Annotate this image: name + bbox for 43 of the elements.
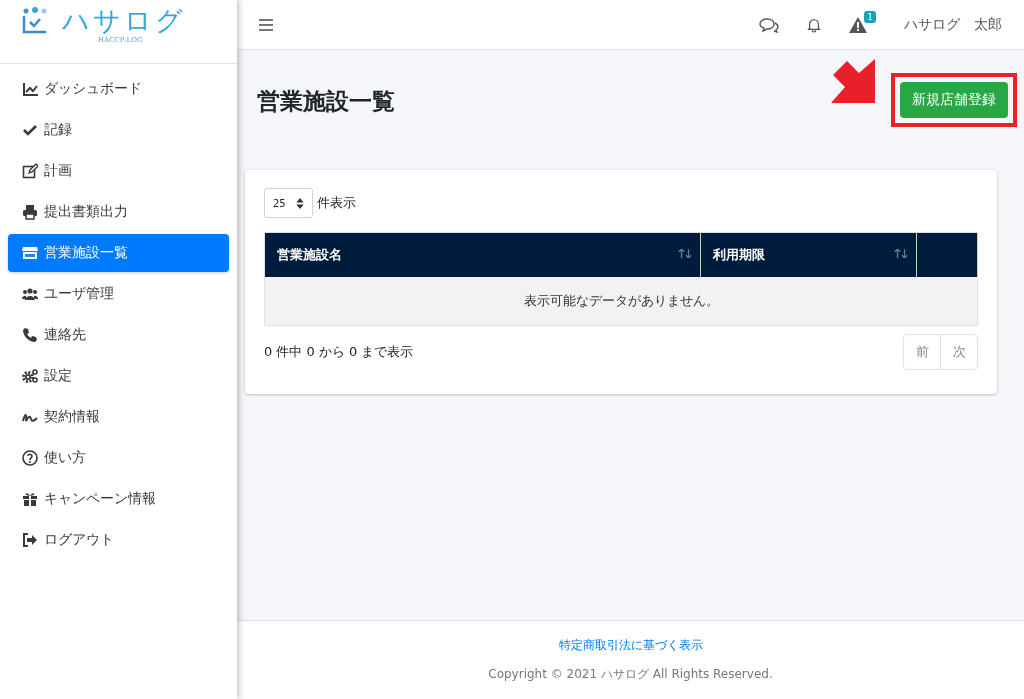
question-circle-icon (22, 450, 38, 466)
gears-icon (22, 368, 38, 384)
sort-caret-icon (295, 197, 304, 209)
column-header[interactable]: 営業施設名 (264, 232, 701, 277)
sidebar-item[interactable]: 計画 (8, 152, 229, 190)
store-icon (22, 245, 38, 261)
notification-badge: 1 (864, 10, 876, 23)
sidebar-item[interactable]: 連絡先 (8, 316, 229, 354)
column-header[interactable]: 利用期限 (700, 232, 917, 277)
edit-icon (22, 163, 38, 179)
empty-message: 表示可能なデータがありません。 (264, 277, 978, 326)
sort-icon (678, 249, 692, 258)
sidebar-item[interactable]: 記録 (8, 111, 229, 149)
page-size-label: 件表示 (316, 194, 356, 212)
warning-icon (849, 16, 867, 33)
printer-icon (22, 204, 38, 220)
user-name[interactable]: ハサログ 太郎 (904, 15, 1002, 34)
table-info: 0 件中 0 から 0 まで表示 (264, 343, 414, 361)
users-icon (22, 286, 38, 302)
sidebar-item[interactable]: 提出書類出力 (8, 193, 229, 231)
page-title: 営業施設一覧 (257, 86, 395, 116)
sidebar-item[interactable]: 使い方 (8, 439, 229, 477)
bell-icon (807, 16, 821, 33)
copyright-text: Copyright © 2021 ハサログ All Rights Reserved. (488, 666, 773, 683)
menu-icon (259, 18, 273, 31)
sidebar-item[interactable]: ログアウト (8, 521, 229, 559)
page-size-select[interactable]: 25 (264, 188, 313, 218)
phone-icon (22, 327, 38, 343)
chat-bubbles-icon (759, 16, 779, 33)
sidebar-item[interactable]: 設定 (8, 357, 229, 395)
chart-line-icon (22, 81, 38, 97)
sidebar-item[interactable]: ダッシュボード (8, 70, 229, 108)
sidebar-item[interactable]: 営業施設一覧 (8, 234, 229, 272)
sign-out-icon (22, 532, 38, 548)
gift-icon (22, 491, 38, 507)
sidebar-item[interactable]: ユーザ管理 (8, 275, 229, 313)
sort-icon (894, 249, 908, 258)
check-icon (22, 122, 38, 138)
sidebar-item[interactable]: キャンペーン情報 (8, 480, 229, 518)
column-header (916, 232, 978, 277)
sidebar-item[interactable]: 契約情報 (8, 398, 229, 436)
legal-notice-link[interactable]: 特定商取引法に基づく表示 (558, 637, 703, 654)
logo-text: ハサログ (62, 6, 186, 36)
